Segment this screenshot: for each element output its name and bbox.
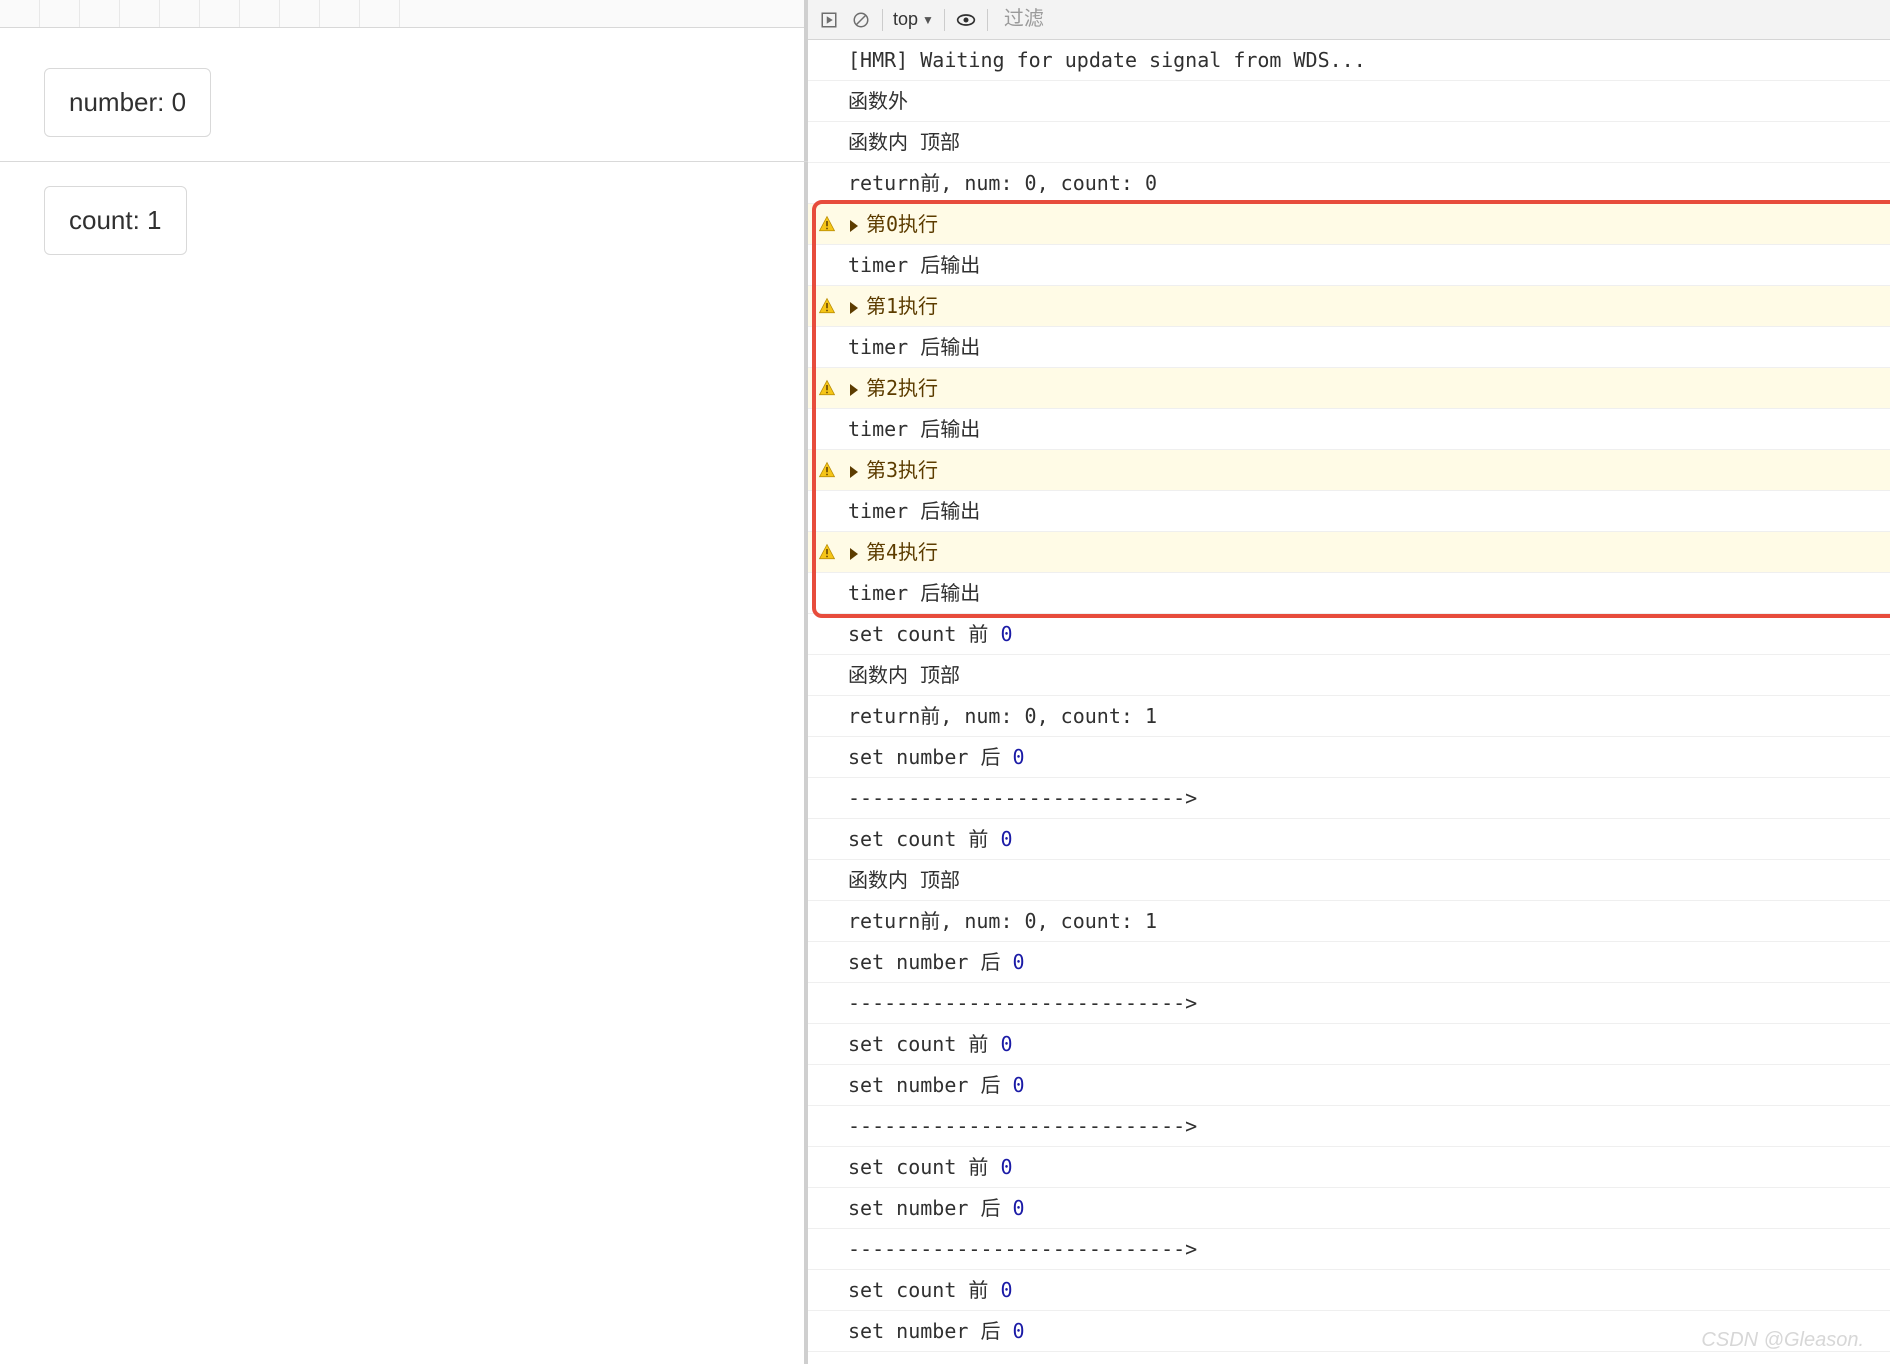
context-selector[interactable]: top ▼ bbox=[893, 9, 934, 30]
console-row[interactable]: [HMR] Waiting for update signal from WDS… bbox=[808, 40, 1890, 81]
console-message: set number 后 bbox=[848, 745, 1013, 769]
ruler-tick bbox=[80, 0, 120, 27]
ruler-tick bbox=[40, 0, 80, 27]
console-number: 0 bbox=[1000, 622, 1012, 646]
console-row[interactable]: ----------------------------> bbox=[808, 1352, 1890, 1364]
console-row[interactable]: set count 前 0 bbox=[808, 819, 1890, 860]
console-row[interactable]: set number 后 0 bbox=[808, 737, 1890, 778]
console-row[interactable]: timer 后输出 bbox=[808, 409, 1890, 450]
console-message: 第1执行 bbox=[866, 294, 938, 318]
console-row[interactable]: ----------------------------> bbox=[808, 1106, 1890, 1147]
context-label: top bbox=[893, 9, 918, 30]
console-message: 第4执行 bbox=[866, 540, 938, 564]
separator bbox=[987, 9, 988, 31]
console-row[interactable]: set number 后 0 bbox=[808, 1065, 1890, 1106]
ruler-tick bbox=[120, 0, 160, 27]
disclosure-triangle-icon[interactable] bbox=[850, 466, 858, 478]
console-row[interactable]: return前, num: 0, count: 1 bbox=[808, 696, 1890, 737]
console-row[interactable]: ----------------------------> bbox=[808, 983, 1890, 1024]
console-message: 第0执行 bbox=[866, 212, 938, 236]
disclosure-triangle-icon[interactable] bbox=[850, 548, 858, 560]
eye-icon[interactable] bbox=[955, 9, 977, 31]
console-row[interactable]: 第2执行 bbox=[808, 368, 1890, 409]
ruler-tick bbox=[0, 0, 40, 27]
console-row[interactable]: set count 前 0 bbox=[808, 614, 1890, 655]
ruler-tick bbox=[280, 0, 320, 27]
console-output[interactable]: [HMR] Waiting for update signal from WDS… bbox=[808, 40, 1890, 1364]
console-row[interactable]: timer 后输出 bbox=[808, 491, 1890, 532]
console-message: set count 前 bbox=[848, 1278, 1000, 1302]
console-row[interactable]: timer 后输出 bbox=[808, 327, 1890, 368]
divider bbox=[0, 161, 848, 162]
disclosure-triangle-icon[interactable] bbox=[850, 220, 858, 232]
filter-input[interactable] bbox=[998, 6, 1880, 34]
chevron-down-icon: ▼ bbox=[922, 13, 934, 27]
clear-console-icon[interactable] bbox=[850, 9, 872, 31]
devtools-console: top ▼ [HMR] Waiting for update signal fr… bbox=[808, 0, 1890, 1364]
separator bbox=[944, 9, 945, 31]
console-row[interactable]: set count 前 0 bbox=[808, 1147, 1890, 1188]
warning-icon bbox=[818, 294, 838, 314]
console-row[interactable]: timer 后输出 bbox=[808, 245, 1890, 286]
console-number: 0 bbox=[1000, 827, 1012, 851]
console-row[interactable]: set count 前 0 bbox=[808, 1024, 1890, 1065]
console-toolbar: top ▼ bbox=[808, 0, 1890, 40]
console-number: 0 bbox=[1013, 1073, 1025, 1097]
ruler-tick bbox=[360, 0, 400, 27]
console-row[interactable]: 函数内 顶部 bbox=[808, 860, 1890, 901]
console-number: 0 bbox=[1013, 745, 1025, 769]
console-number: 0 bbox=[1000, 1155, 1012, 1179]
ruler-tick bbox=[200, 0, 240, 27]
console-row[interactable]: return前, num: 0, count: 0 bbox=[808, 163, 1890, 204]
console-number: 0 bbox=[1013, 1196, 1025, 1220]
warning-icon bbox=[818, 458, 838, 478]
warning-icon bbox=[818, 376, 838, 396]
console-row[interactable]: ----------------------------> bbox=[808, 778, 1890, 819]
console-row[interactable]: set number 后 0 bbox=[808, 942, 1890, 983]
ruler-tick bbox=[160, 0, 200, 27]
warning-icon bbox=[818, 540, 838, 560]
console-message: set number 后 bbox=[848, 1073, 1013, 1097]
console-message: set count 前 bbox=[848, 827, 1000, 851]
console-number: 0 bbox=[1000, 1032, 1012, 1056]
console-message: set number 后 bbox=[848, 1196, 1013, 1220]
ruler-tick bbox=[240, 0, 280, 27]
separator bbox=[882, 9, 883, 31]
console-row[interactable]: 第3执行 bbox=[808, 450, 1890, 491]
console-row[interactable]: ----------------------------> bbox=[808, 1229, 1890, 1270]
play-icon[interactable] bbox=[818, 9, 840, 31]
console-message: set count 前 bbox=[848, 1032, 1000, 1056]
console-row[interactable]: timer 后输出 bbox=[808, 573, 1890, 614]
disclosure-triangle-icon[interactable] bbox=[850, 302, 858, 314]
console-message: set count 前 bbox=[848, 1155, 1000, 1179]
disclosure-triangle-icon[interactable] bbox=[850, 384, 858, 396]
ruler-tick bbox=[320, 0, 360, 27]
console-message: 第3执行 bbox=[866, 458, 938, 482]
console-message: set number 后 bbox=[848, 950, 1013, 974]
console-row[interactable]: 第1执行 bbox=[808, 286, 1890, 327]
console-row[interactable]: 第4执行 bbox=[808, 532, 1890, 573]
warning-icon bbox=[818, 212, 838, 232]
preview-content: number: 0 count: 1 bbox=[0, 28, 804, 255]
preview-pane: number: 0 count: 1 bbox=[0, 0, 808, 1364]
console-message: 第2执行 bbox=[866, 376, 938, 400]
console-row[interactable]: set count 前 0 bbox=[808, 1270, 1890, 1311]
console-row[interactable]: set number 后 0 bbox=[808, 1188, 1890, 1229]
console-number: 0 bbox=[1013, 950, 1025, 974]
console-message: set number 后 bbox=[848, 1319, 1013, 1343]
console-row[interactable]: 函数内 顶部 bbox=[808, 655, 1890, 696]
console-number: 0 bbox=[1013, 1319, 1025, 1343]
watermark: CSDN @Gleason. bbox=[1701, 1329, 1864, 1352]
app-root: number: 0 count: 1 top ▼ bbox=[0, 0, 1890, 1364]
console-row[interactable]: 第0执行 bbox=[808, 204, 1890, 245]
console-row[interactable]: 函数内 顶部 bbox=[808, 122, 1890, 163]
console-row[interactable]: return前, num: 0, count: 1 bbox=[808, 901, 1890, 942]
console-row[interactable]: 函数外 bbox=[808, 81, 1890, 122]
count-button[interactable]: count: 1 bbox=[44, 186, 187, 255]
console-number: 0 bbox=[1000, 1278, 1012, 1302]
number-button[interactable]: number: 0 bbox=[44, 68, 211, 137]
console-message: set count 前 bbox=[848, 622, 1000, 646]
ruler bbox=[0, 0, 804, 28]
